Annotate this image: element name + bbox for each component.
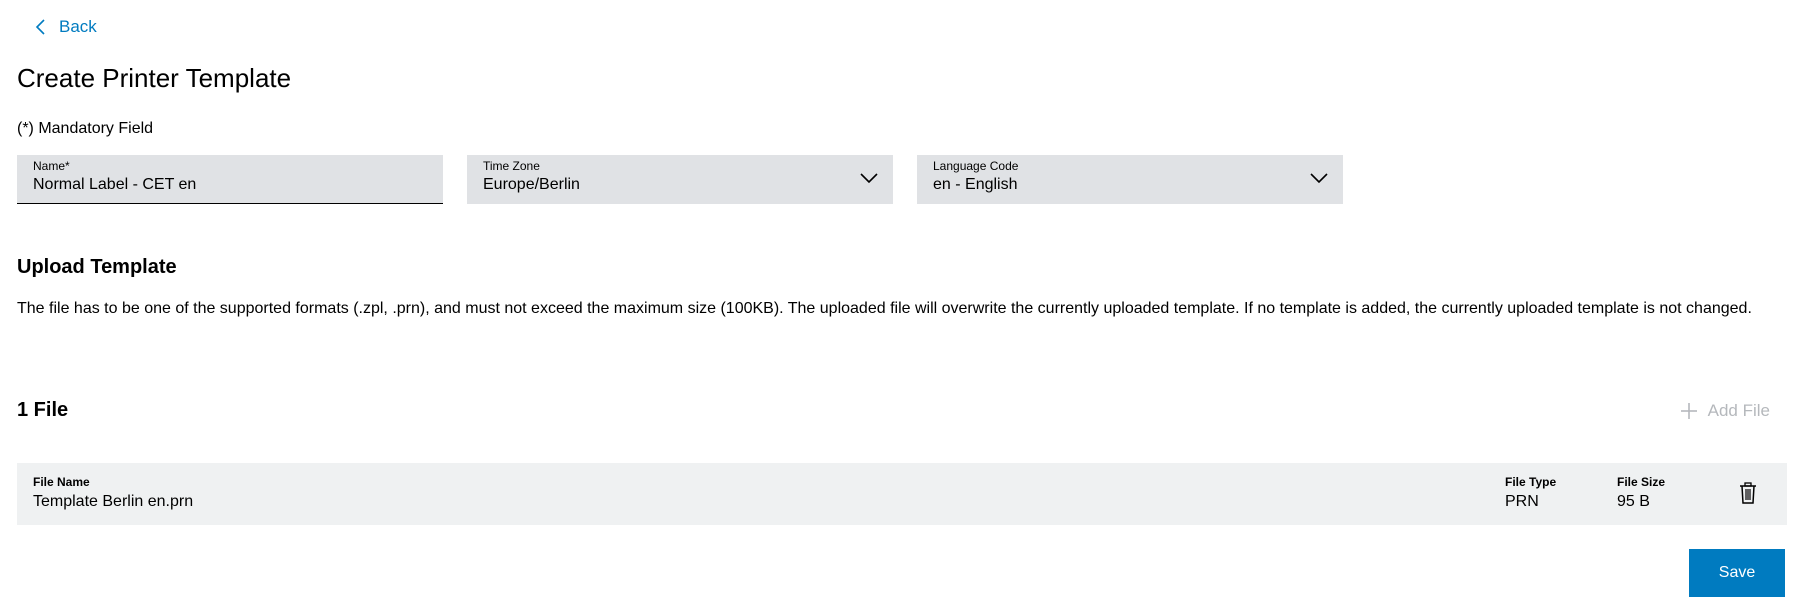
- file-row: File Name Template Berlin en.prn File Ty…: [17, 463, 1787, 525]
- name-field-label: Name*: [33, 159, 70, 173]
- time-zone-select[interactable]: Time Zone Europe/Berlin: [467, 155, 893, 204]
- chevron-left-icon: [35, 19, 45, 35]
- save-button[interactable]: Save: [1689, 549, 1785, 597]
- time-zone-label: Time Zone: [483, 159, 540, 173]
- back-link[interactable]: Back: [33, 17, 97, 37]
- file-name-header: File Name: [33, 475, 90, 489]
- language-code-select[interactable]: Language Code en - English: [917, 155, 1343, 204]
- file-size-header: File Size: [1617, 475, 1666, 489]
- file-type-header: File Type: [1505, 475, 1557, 489]
- file-name-value: Template Berlin en.prn: [33, 493, 194, 510]
- upload-section-title: Upload Template: [17, 256, 177, 278]
- language-code-label: Language Code: [933, 159, 1019, 173]
- page-title: Create Printer Template: [17, 63, 292, 93]
- mandatory-note: (*) Mandatory Field: [17, 120, 154, 137]
- add-file-button[interactable]: Add File: [1680, 401, 1770, 421]
- upload-description: The file has to be one of the supported …: [17, 300, 1752, 317]
- file-size-value: 95 B: [1617, 493, 1650, 510]
- file-type-value: PRN: [1505, 493, 1539, 510]
- chevron-down-icon: [860, 173, 878, 184]
- time-zone-value: Europe/Berlin: [483, 176, 580, 193]
- back-label: Back: [59, 17, 97, 36]
- language-code-value: en - English: [933, 176, 1018, 193]
- name-field-value: Normal Label - CET en: [33, 176, 197, 193]
- add-file-label: Add File: [1707, 401, 1770, 420]
- chevron-down-icon: [1310, 173, 1328, 184]
- page: Back Create Printer Template (*) Mandato…: [0, 0, 1802, 613]
- trash-icon[interactable]: [1735, 480, 1761, 506]
- files-count-title: 1 File: [17, 399, 69, 421]
- name-field[interactable]: Name* Normal Label - CET en: [17, 155, 443, 204]
- plus-icon: [1680, 403, 1697, 419]
